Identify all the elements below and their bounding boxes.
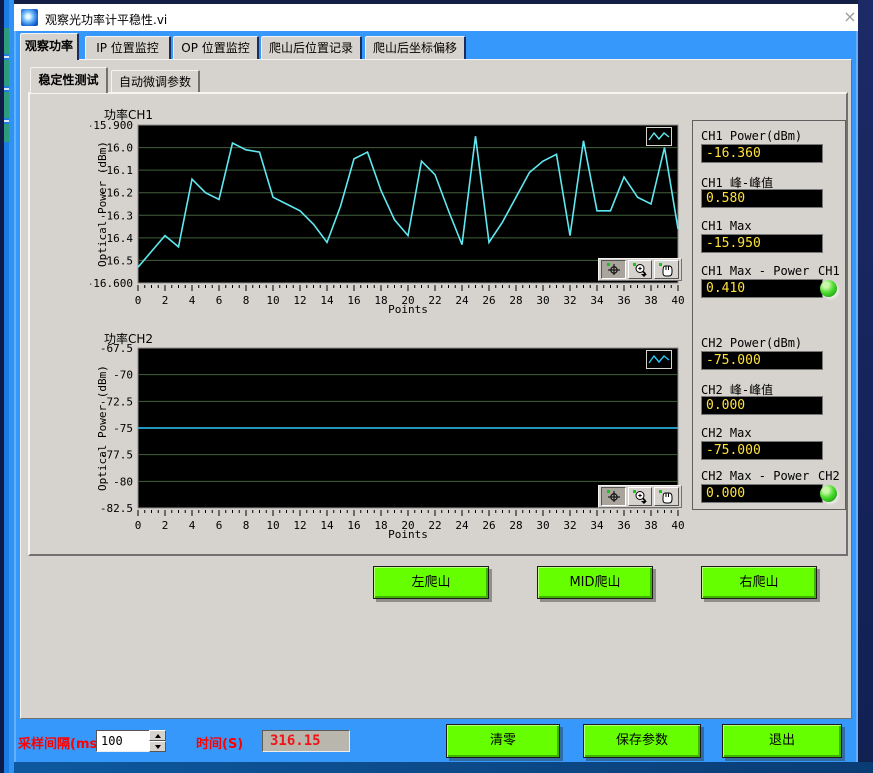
- desktop-edge-right: [858, 0, 873, 773]
- ch1-pan-tool-button[interactable]: [654, 260, 679, 279]
- labview-app-icon: [21, 9, 38, 26]
- exit-button[interactable]: 退出: [722, 724, 842, 758]
- taskbar-divider: [4, 120, 9, 122]
- desktop-edge-bottom: [0, 762, 873, 773]
- crosshair-icon: [605, 489, 622, 504]
- svg-text:-15.900: -15.900: [90, 119, 133, 132]
- svg-text:-16.5: -16.5: [100, 254, 133, 267]
- svg-text:-80: -80: [113, 475, 133, 488]
- svg-text:-16.0: -16.0: [100, 142, 133, 155]
- taskbar-segment: [4, 60, 9, 86]
- ch1-plot-legend-icon[interactable]: [646, 127, 672, 146]
- svg-text:-16.600: -16.600: [90, 277, 133, 290]
- stepper-down-button[interactable]: [149, 741, 166, 752]
- tab-op-position-monitor[interactable]: OP 位置监控: [173, 36, 259, 59]
- ch1-max-value: -15.950: [701, 234, 823, 253]
- zoom-icon: [632, 262, 649, 277]
- tab-post-climb-coord-offset[interactable]: 爬山后坐标偏移: [365, 36, 466, 59]
- ch2-waveform-chart: -67.5-70-72.5-75-77.5-80-82.502468101214…: [90, 341, 690, 541]
- ch1-graph-palette: [598, 258, 682, 281]
- svg-text:-75: -75: [113, 422, 133, 435]
- ch2-max-minus-power-label: CH2 Max - Power: [701, 469, 809, 483]
- ch2-graph-palette: [598, 485, 682, 508]
- hand-icon: [658, 262, 675, 277]
- clear-button[interactable]: 清零: [446, 724, 560, 758]
- arrow-up-icon: [155, 734, 161, 738]
- ch2-max-label: CH2 Max: [701, 426, 752, 440]
- ch2-plot-legend-icon[interactable]: [646, 350, 672, 369]
- svg-text:-77.5: -77.5: [100, 449, 133, 462]
- time-display: 316.15: [262, 730, 350, 752]
- svg-text:-16.4: -16.4: [100, 232, 133, 245]
- taskbar-segment: [4, 124, 9, 142]
- ch2-x-axis-title: Points: [138, 528, 678, 541]
- taskbar-segment: [4, 92, 9, 118]
- stepper-up-button[interactable]: [149, 730, 166, 741]
- ch1-power-value: -16.360: [701, 144, 823, 163]
- ch2-power-value: -75.000: [701, 351, 823, 370]
- tab-ip-position-monitor[interactable]: IP 位置监控: [85, 36, 171, 59]
- screen: 观察光功率计平稳性.vi × 观察功率 IP 位置监控 OP 位置监控 爬山后位…: [0, 0, 873, 773]
- svg-text:-72.5: -72.5: [100, 395, 133, 408]
- taskbar-segment: [4, 28, 9, 54]
- close-button[interactable]: ×: [840, 7, 860, 27]
- desktop-left-strip: [0, 0, 14, 773]
- taskbar-divider: [4, 88, 9, 90]
- svg-text:-16.1: -16.1: [100, 164, 133, 177]
- ch1-waveform-chart: -15.900 -16.0 -16.1 -16.2 -16.3 -16.4 -16.5 -16…: [90, 118, 690, 316]
- ch2-zoom-tool-button[interactable]: [628, 487, 653, 506]
- zoom-icon: [632, 489, 649, 504]
- window-title: 观察光功率计平稳性.vi: [45, 11, 167, 28]
- subtab-stability-test[interactable]: 稳定性测试: [30, 67, 108, 93]
- ch2-led-label: CH2: [818, 469, 840, 483]
- climb-right-button[interactable]: 右爬山: [701, 566, 817, 599]
- ch1-max-minus-power-label: CH1 Max - Power: [701, 264, 809, 278]
- ch2-power-label: CH2 Power(dBm): [701, 336, 802, 350]
- svg-text:-67.5: -67.5: [100, 342, 133, 355]
- hand-icon: [658, 489, 675, 504]
- ch1-led-label: CH1: [818, 264, 840, 278]
- ch1-cursor-tool-button[interactable]: [601, 260, 626, 279]
- ch1-max-minus-power-value: 0.410: [701, 279, 823, 298]
- crosshair-icon: [605, 262, 622, 277]
- svg-text:-16.2: -16.2: [100, 187, 133, 200]
- svg-text:-16.3: -16.3: [100, 209, 133, 222]
- sample-interval-input[interactable]: [96, 730, 154, 752]
- titlebar[interactable]: 观察光功率计平稳性.vi ×: [14, 4, 858, 31]
- ch1-x-axis-title: Points: [138, 303, 678, 316]
- ch2-cursor-tool-button[interactable]: [601, 487, 626, 506]
- tab-post-climb-position-log[interactable]: 爬山后位置记录: [261, 36, 362, 59]
- ch2-max-value: -75.000: [701, 441, 823, 460]
- climb-left-button[interactable]: 左爬山: [373, 566, 489, 599]
- ch2-pan-tool-button[interactable]: [654, 487, 679, 506]
- climb-mid-button[interactable]: MID爬山: [537, 566, 653, 599]
- ch1-power-label: CH1 Power(dBm): [701, 129, 802, 143]
- ch1-zoom-tool-button[interactable]: [628, 260, 653, 279]
- close-icon: ×: [843, 7, 856, 26]
- tab-observe-power[interactable]: 观察功率: [20, 33, 79, 60]
- svg-text:-82.5: -82.5: [100, 502, 133, 515]
- sample-interval-label: 采样间隔(ms): [18, 733, 103, 752]
- ch2-peak-to-peak-value: 0.000: [701, 396, 823, 415]
- ch1-peak-to-peak-value: 0.580: [701, 189, 823, 208]
- ch1-status-led: [820, 280, 837, 297]
- ch1-max-label: CH1 Max: [701, 219, 752, 233]
- ch2-max-minus-power-value: 0.000: [701, 484, 823, 503]
- time-label: 时间(S): [196, 733, 243, 752]
- subtab-auto-tune-params[interactable]: 自动微调参数: [111, 70, 200, 92]
- sample-interval-stepper: [149, 730, 166, 752]
- arrow-down-icon: [155, 745, 161, 749]
- ch2-status-led: [820, 485, 837, 502]
- save-params-button[interactable]: 保存参数: [583, 724, 701, 758]
- svg-text:-70: -70: [113, 369, 133, 382]
- taskbar-divider: [4, 56, 9, 58]
